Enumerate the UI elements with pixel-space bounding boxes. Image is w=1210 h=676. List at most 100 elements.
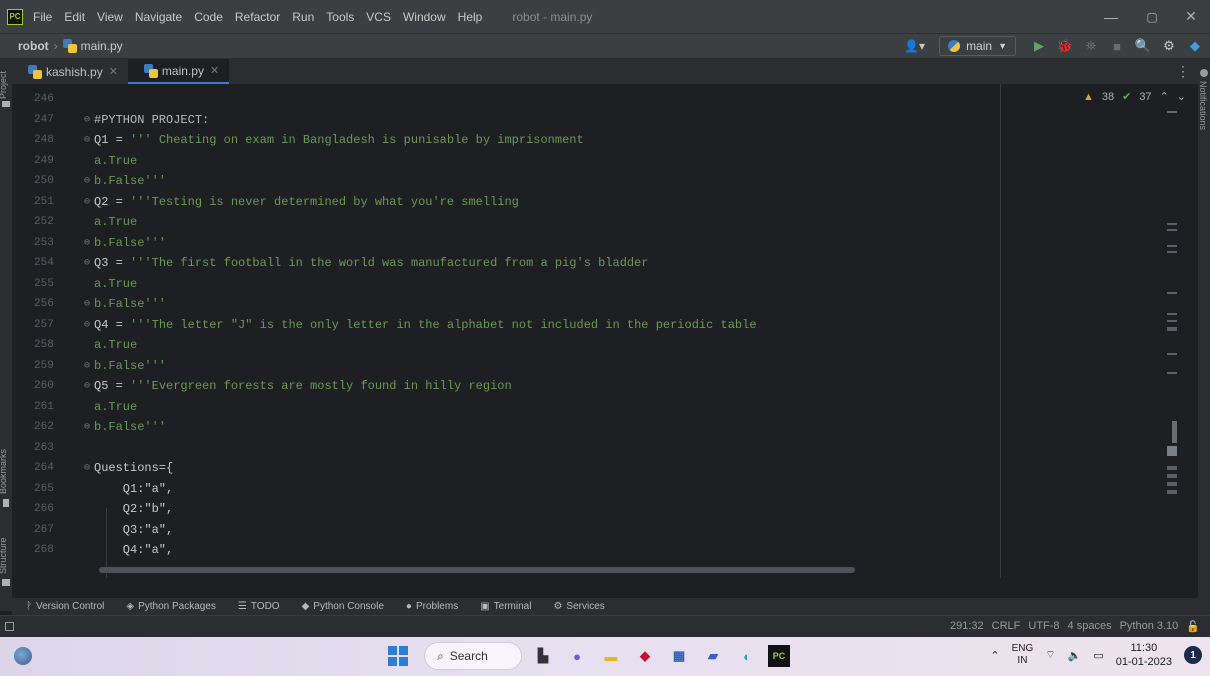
menu-code[interactable]: Code (194, 10, 223, 24)
error-stripe-mark[interactable] (1167, 353, 1177, 355)
weather-widget-icon[interactable] (14, 647, 32, 665)
line-number[interactable]: 257 (34, 319, 64, 331)
minimize-button[interactable]: — (1092, 0, 1130, 33)
code-line[interactable]: b.False''' (94, 297, 166, 311)
tool-windows-toggle-icon[interactable] (5, 622, 14, 631)
pycharm-taskbar-icon[interactable]: PC (768, 645, 790, 667)
account-icon[interactable]: 👤▾ (904, 39, 925, 53)
error-stripe-mark[interactable] (1167, 229, 1177, 231)
version-control-tool[interactable]: ᚹ Version Control (26, 601, 104, 612)
line-number[interactable]: 263 (34, 442, 64, 454)
error-stripe-mark[interactable] (1167, 223, 1177, 225)
volume-icon[interactable]: 🔈 (1068, 649, 1082, 662)
error-stripe-mark[interactable] (1167, 466, 1177, 470)
menu-view[interactable]: View (97, 10, 123, 24)
search-everywhere-icon[interactable]: 🔍 (1132, 38, 1154, 54)
menu-window[interactable]: Window (403, 10, 446, 24)
line-number[interactable]: 249 (34, 155, 64, 167)
code-line[interactable]: #PYTHON PROJECT: (94, 113, 209, 127)
code-line[interactable]: a.True (94, 338, 137, 352)
code-editor[interactable]: 246 247 248 249 250 251 252 253 254 255 256 257 258 2… (12, 84, 1198, 578)
menu-run[interactable]: Run (292, 10, 314, 24)
error-stripe-mark[interactable] (1167, 251, 1177, 253)
pycharm-logo-icon[interactable]: PC (7, 8, 23, 25)
fold-toggle-icon[interactable]: ⊖ (84, 114, 90, 125)
line-number[interactable]: 267 (34, 524, 64, 536)
line-number[interactable]: 258 (34, 339, 64, 351)
structure-icon[interactable] (2, 579, 10, 586)
fold-toggle-icon[interactable]: ⊖ (84, 319, 90, 330)
store-icon[interactable]: ▦ (666, 643, 692, 669)
error-stripe-mark[interactable] (1167, 313, 1177, 315)
tab-main-py[interactable]: main.py ✕ (127, 59, 230, 84)
line-number[interactable]: 248 (34, 134, 64, 146)
error-stripe-mark[interactable] (1167, 482, 1177, 486)
code-line[interactable]: Q2 = '''Testing is never determined by w… (94, 195, 519, 209)
terminal-tool[interactable]: ▣ Terminal (480, 601, 531, 612)
wifi-icon[interactable]: ⌔ (1045, 648, 1055, 662)
menu-vcs[interactable]: VCS (366, 10, 391, 24)
error-stripe-mark[interactable] (1167, 292, 1177, 294)
chevron-up-icon[interactable]: ⌃ (990, 649, 999, 662)
error-stripe-mark[interactable] (1167, 327, 1177, 331)
todo-tool[interactable]: ☰ TODO (238, 601, 280, 612)
menu-help[interactable]: Help (458, 10, 483, 24)
line-number[interactable]: 256 (34, 298, 64, 310)
code-line[interactable]: b.False''' (94, 420, 166, 434)
fold-toggle-icon[interactable]: ⊖ (84, 134, 90, 145)
python-interpreter[interactable]: Python 3.10 (1120, 620, 1179, 633)
fold-toggle-icon[interactable]: ⊖ (84, 196, 90, 207)
chat-icon[interactable]: ● (564, 643, 590, 669)
line-number[interactable]: 247 (34, 114, 64, 126)
breadcrumb-file[interactable]: main.py (81, 39, 123, 53)
line-number[interactable]: 246 (34, 93, 64, 105)
close-icon[interactable]: ✕ (109, 65, 118, 78)
mcafee-icon[interactable]: ◆ (632, 643, 658, 669)
error-stripe-mark[interactable] (1167, 111, 1177, 113)
code-line[interactable]: b.False''' (94, 359, 166, 373)
settings-gear-icon[interactable]: ⚙ (1158, 38, 1180, 54)
inspection-widget[interactable]: ▲ 38 ✔ 37 ⌃ ⌄ (1083, 90, 1186, 104)
windows-start-icon[interactable] (388, 646, 408, 666)
error-stripe-mark[interactable] (1167, 474, 1177, 478)
notifications-tool-label[interactable]: Notifications (1198, 81, 1208, 130)
code-line[interactable]: Q3:"a", (94, 523, 173, 537)
jetbrains-ai-icon[interactable]: ◆ (1184, 38, 1206, 54)
tab-kashish-py[interactable]: kashish.py ✕ (12, 59, 128, 84)
problems-tool[interactable]: ● Problems (406, 601, 458, 612)
close-icon[interactable]: ✕ (210, 64, 219, 77)
code-line[interactable]: Q4:"a", (94, 543, 173, 557)
run-config-selector[interactable]: main ▼ (939, 36, 1016, 56)
fold-toggle-icon[interactable]: ⊖ (84, 421, 90, 432)
line-number[interactable]: 264 (34, 462, 64, 474)
folder-icon[interactable] (2, 101, 10, 107)
notification-badge[interactable]: 1 (1184, 646, 1202, 664)
menu-refactor[interactable]: Refactor (235, 10, 280, 24)
horizontal-scrollbar[interactable] (99, 567, 855, 573)
services-tool[interactable]: ⚙ Services (553, 601, 604, 612)
code-line[interactable]: b.False''' (94, 236, 166, 250)
taskbar-search[interactable]: ⌕ Search (424, 642, 522, 670)
app-icon[interactable]: ▰ (700, 643, 726, 669)
scroll-thumb[interactable] (1172, 421, 1177, 443)
file-encoding[interactable]: UTF-8 (1028, 620, 1059, 633)
menu-file[interactable]: File (33, 10, 52, 24)
fold-toggle-icon[interactable]: ⊖ (84, 237, 90, 248)
python-console-tool[interactable]: ◆ Python Console (302, 601, 384, 612)
more-vertical-icon[interactable]: ⋮ (1176, 63, 1190, 80)
indent-setting[interactable]: 4 spaces (1068, 620, 1112, 633)
line-number[interactable]: 268 (34, 544, 64, 556)
error-stripe-mark[interactable] (1167, 446, 1177, 456)
error-stripe-mark[interactable] (1167, 372, 1177, 374)
line-number[interactable]: 253 (34, 237, 64, 249)
caret-position[interactable]: 291:32 (950, 620, 984, 633)
fold-toggle-icon[interactable]: ⊖ (84, 298, 90, 309)
code-line[interactable]: a.True (94, 277, 137, 291)
run-icon[interactable]: ▶ (1028, 38, 1050, 54)
line-number[interactable]: 252 (34, 216, 64, 228)
line-number[interactable]: 262 (34, 421, 64, 433)
structure-tool-label[interactable]: Structure (0, 537, 8, 574)
menu-navigate[interactable]: Navigate (135, 10, 182, 24)
clock[interactable]: 11:30 01-01-2023 (1116, 641, 1172, 669)
task-view-icon[interactable]: ▙ (530, 643, 556, 669)
